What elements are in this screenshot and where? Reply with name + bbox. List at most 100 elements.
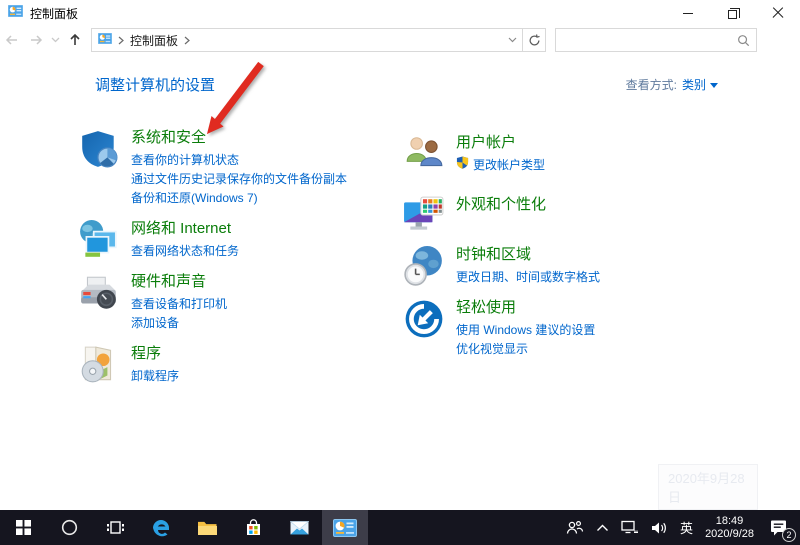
category-appearance-personalization: 外观和个性化 bbox=[403, 195, 753, 237]
content-area: 调整计算机的设置 查看方式: 类别 系统和安全 查看你的计算机状态 通过文件历史… bbox=[0, 54, 800, 510]
breadcrumb-separator-icon bbox=[118, 36, 124, 45]
control-panel-window: 控制面板 控制面板 bbox=[0, 0, 800, 545]
forward-button[interactable] bbox=[24, 28, 48, 52]
category-title-hardware-sound[interactable]: 硬件和声音 bbox=[131, 272, 206, 292]
view-by-control: 查看方式: 类别 bbox=[626, 76, 718, 93]
page-title: 调整计算机的设置 bbox=[95, 74, 215, 95]
category-clock-region: 时钟和区域 更改日期、时间或数字格式 bbox=[403, 245, 753, 287]
category-title-user-accounts[interactable]: 用户帐户 bbox=[456, 133, 516, 153]
window-title: 控制面板 bbox=[30, 5, 78, 22]
close-icon bbox=[772, 7, 784, 19]
back-button[interactable] bbox=[0, 28, 24, 52]
user-accounts-icon bbox=[403, 133, 445, 175]
minimize-icon bbox=[683, 13, 693, 14]
link-windows-suggested-settings[interactable]: 使用 Windows 建议的设置 bbox=[456, 321, 595, 340]
link-backup-restore-win7[interactable]: 备份和还原(Windows 7) bbox=[131, 189, 347, 208]
cortana-button[interactable] bbox=[46, 510, 92, 545]
uac-shield-icon bbox=[456, 156, 469, 175]
appearance-monitor-icon bbox=[403, 195, 445, 237]
tray-date: 2020/9/28 bbox=[705, 528, 754, 540]
security-shield-icon bbox=[78, 128, 120, 170]
category-column-left: 系统和安全 查看你的计算机状态 通过文件历史记录保存你的文件备份副本 备份和还原… bbox=[78, 128, 398, 397]
link-change-date-time-format[interactable]: 更改日期、时间或数字格式 bbox=[456, 268, 600, 287]
caret-down-icon bbox=[710, 83, 718, 88]
link-add-device[interactable]: 添加设备 bbox=[131, 314, 227, 333]
category-title-system-security[interactable]: 系统和安全 bbox=[131, 128, 206, 148]
language-indicator[interactable]: 英 bbox=[680, 518, 693, 537]
network-icon bbox=[621, 520, 639, 535]
category-title-clock-region[interactable]: 时钟和区域 bbox=[456, 245, 531, 265]
ease-of-access-icon bbox=[403, 298, 445, 340]
link-view-devices-printers[interactable]: 查看设备和打印机 bbox=[131, 295, 227, 314]
taskbar: 英 18:492020/9/28 2 bbox=[0, 510, 800, 545]
refresh-icon bbox=[528, 34, 541, 47]
view-by-value[interactable]: 类别 bbox=[682, 76, 718, 93]
breadcrumb-root[interactable]: 控制面板 bbox=[130, 32, 178, 49]
search-box bbox=[555, 28, 757, 52]
category-title-appearance[interactable]: 外观和个性化 bbox=[456, 195, 546, 215]
mail-icon bbox=[290, 521, 309, 535]
link-change-account-type[interactable]: 更改帐户类型 bbox=[456, 156, 545, 175]
windows-logo-icon bbox=[16, 520, 31, 535]
start-button[interactable] bbox=[0, 510, 46, 545]
view-by-label: 查看方式: bbox=[626, 76, 677, 93]
category-programs: 程序 卸载程序 bbox=[78, 344, 398, 386]
task-view-icon bbox=[107, 520, 124, 535]
search-input[interactable] bbox=[556, 30, 730, 50]
category-title-ease-of-access[interactable]: 轻松使用 bbox=[456, 298, 516, 318]
chevron-up-icon bbox=[596, 523, 609, 532]
people-button[interactable] bbox=[566, 520, 584, 536]
clock-region-icon bbox=[403, 245, 445, 287]
navigation-bar: 控制面板 bbox=[0, 26, 800, 54]
up-button[interactable] bbox=[63, 28, 87, 52]
up-arrow-icon bbox=[67, 32, 83, 48]
breadcrumb: 控制面板 bbox=[92, 32, 502, 49]
chevron-down-icon bbox=[51, 37, 60, 43]
titlebar: 控制面板 bbox=[0, 0, 800, 26]
tooltip-date: 2020年9月28日 bbox=[668, 469, 748, 507]
system-tray: 英 18:492020/9/28 2 bbox=[566, 510, 800, 545]
search-icon[interactable] bbox=[730, 34, 756, 47]
category-system-security: 系统和安全 查看你的计算机状态 通过文件历史记录保存你的文件备份副本 备份和还原… bbox=[78, 128, 398, 208]
minimize-button[interactable] bbox=[665, 0, 710, 26]
file-explorer-icon bbox=[198, 521, 217, 535]
network-button[interactable] bbox=[621, 520, 639, 535]
date-tooltip: 2020年9月28日 星期一 bbox=[658, 464, 758, 510]
network-globe-icon bbox=[78, 219, 120, 261]
forward-icon bbox=[28, 32, 44, 48]
control-panel-taskbar-button[interactable] bbox=[322, 510, 368, 545]
store-button[interactable] bbox=[230, 510, 276, 545]
control-panel-icon bbox=[98, 33, 112, 47]
address-bar[interactable]: 控制面板 bbox=[91, 28, 523, 52]
edge-button[interactable] bbox=[138, 510, 184, 545]
volume-icon bbox=[651, 521, 668, 535]
breadcrumb-separator-icon bbox=[184, 36, 190, 45]
refresh-button[interactable] bbox=[523, 28, 546, 52]
mail-button[interactable] bbox=[276, 510, 322, 545]
link-uninstall-program[interactable]: 卸载程序 bbox=[131, 367, 179, 386]
edge-icon bbox=[151, 518, 171, 538]
category-title-programs[interactable]: 程序 bbox=[131, 344, 161, 364]
category-user-accounts: 用户帐户 更改帐户类型 bbox=[403, 133, 753, 175]
restore-button[interactable] bbox=[710, 0, 755, 26]
tray-time: 18:49 bbox=[716, 515, 744, 527]
category-title-network-internet[interactable]: 网络和 Internet bbox=[131, 219, 231, 239]
link-file-history-backup[interactable]: 通过文件历史记录保存你的文件备份副本 bbox=[131, 170, 347, 189]
category-network-internet: 网络和 Internet 查看网络状态和任务 bbox=[78, 219, 398, 261]
close-button[interactable] bbox=[755, 0, 800, 26]
action-center-button[interactable]: 2 bbox=[766, 517, 792, 539]
link-view-network-status[interactable]: 查看网络状态和任务 bbox=[131, 242, 239, 261]
category-column-right: 用户帐户 更改帐户类型 外观和个性化 bbox=[403, 133, 753, 370]
address-dropdown-button[interactable] bbox=[502, 29, 522, 51]
cortana-icon bbox=[61, 519, 78, 536]
link-view-computer-status[interactable]: 查看你的计算机状态 bbox=[131, 151, 347, 170]
link-optimize-visual-display[interactable]: 优化视觉显示 bbox=[456, 340, 595, 359]
clock[interactable]: 18:492020/9/28 bbox=[705, 515, 754, 541]
show-hidden-icons-button[interactable] bbox=[596, 523, 609, 532]
file-explorer-button[interactable] bbox=[184, 510, 230, 545]
task-view-button[interactable] bbox=[92, 510, 138, 545]
recent-pages-button[interactable] bbox=[48, 28, 63, 52]
category-ease-of-access: 轻松使用 使用 Windows 建议的设置 优化视觉显示 bbox=[403, 298, 753, 359]
volume-button[interactable] bbox=[651, 521, 668, 535]
notification-badge: 2 bbox=[782, 528, 796, 542]
